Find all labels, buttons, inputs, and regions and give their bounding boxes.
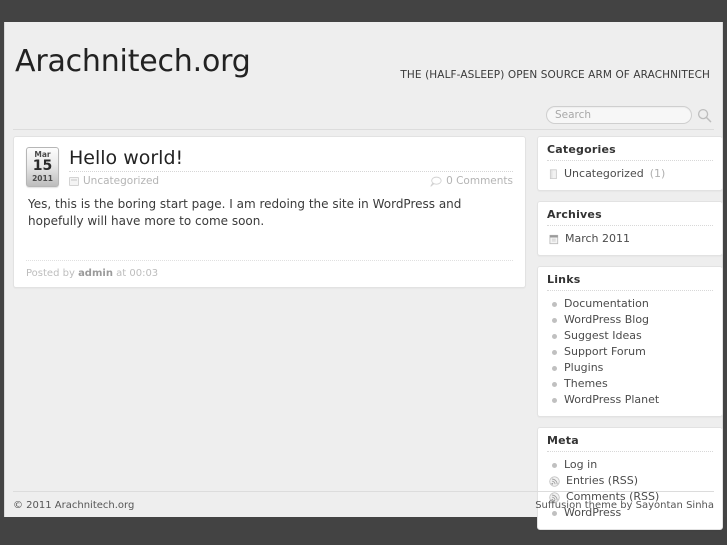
list-item-label: WordPress Blog bbox=[564, 313, 650, 326]
widget-title: Links bbox=[547, 273, 713, 291]
bullet-icon bbox=[552, 317, 557, 323]
bullet-icon bbox=[552, 381, 557, 387]
list-item[interactable]: Plugins bbox=[547, 360, 713, 376]
site-title[interactable]: Arachnitech.org bbox=[15, 44, 251, 79]
bullet-icon bbox=[552, 397, 557, 403]
widget-list: Log in Entries (RSS) Comments (RSS) WordPre… bbox=[547, 457, 713, 521]
list-item-label: Support Forum bbox=[564, 345, 646, 358]
calendar-icon bbox=[549, 234, 559, 244]
list-item[interactable]: Uncategorized (1) bbox=[547, 166, 713, 182]
bullet-icon bbox=[552, 510, 557, 516]
post-footer: Posted by admin at 00:03 bbox=[26, 260, 513, 279]
post-header-main: Hello world! Uncategorized 0 Comments bbox=[69, 147, 513, 187]
list-item-count: (1) bbox=[649, 167, 666, 180]
site-tagline: THE (HALF-ASLEEP) OPEN SOURCE ARM OF ARA… bbox=[400, 69, 710, 81]
category-icon bbox=[69, 176, 79, 186]
list-item-label: WordPress Planet bbox=[564, 393, 660, 406]
widget-list: Uncategorized (1) bbox=[547, 166, 713, 182]
list-item[interactable]: Support Forum bbox=[547, 344, 713, 360]
content-column: Mar 15 2011 Hello world! Uncategorized 0… bbox=[13, 136, 526, 288]
widget-categories: Categories Uncategorized (1) bbox=[537, 136, 723, 191]
post-comments-label: 0 Comments bbox=[446, 175, 513, 187]
list-item[interactable]: Documentation bbox=[547, 296, 713, 312]
list-item-label: Documentation bbox=[564, 297, 649, 310]
widget-archives: Archives March 2011 bbox=[537, 201, 723, 256]
list-item-label: Log in bbox=[564, 458, 598, 471]
post-category-label: Uncategorized bbox=[83, 175, 160, 187]
list-item[interactable]: Suggest Ideas bbox=[547, 328, 713, 344]
list-item-label: Uncategorized bbox=[564, 167, 644, 180]
widget-title: Meta bbox=[547, 434, 713, 452]
main-container: Mar 15 2011 Hello world! Uncategorized 0… bbox=[5, 136, 723, 530]
site-footer: © 2011 Arachnitech.org Suffusion theme b… bbox=[13, 491, 714, 511]
bullet-icon bbox=[552, 462, 557, 468]
post-category[interactable]: Uncategorized bbox=[69, 175, 159, 187]
widget-title: Categories bbox=[547, 143, 713, 161]
post-meta: Uncategorized 0 Comments bbox=[69, 175, 513, 187]
browser-chrome-top bbox=[0, 0, 727, 22]
rss-icon bbox=[549, 475, 560, 487]
widget-links: Links Documentation WordPress Blog Suggest … bbox=[537, 266, 723, 417]
footer-credit[interactable]: Suffusion theme by Sayontan Sinha bbox=[535, 500, 714, 511]
post-date-badge: Mar 15 2011 bbox=[26, 147, 59, 187]
widget-title: Archives bbox=[547, 208, 713, 226]
page-wrapper: Arachnitech.org THE (HALF-ASLEEP) OPEN S… bbox=[4, 22, 723, 530]
list-item-label: March 2011 bbox=[565, 232, 631, 245]
post-comments[interactable]: 0 Comments bbox=[430, 175, 513, 187]
bullet-icon bbox=[552, 333, 557, 339]
bullet-icon bbox=[552, 349, 557, 355]
post-footer-prefix: Posted by bbox=[26, 268, 75, 279]
site-header: Arachnitech.org THE (HALF-ASLEEP) OPEN S… bbox=[5, 22, 722, 130]
post-date-day: 15 bbox=[32, 158, 53, 174]
post-body: Yes, this is the boring start page. I am… bbox=[28, 197, 462, 228]
list-item-label: Suggest Ideas bbox=[564, 329, 642, 342]
search-icon[interactable] bbox=[697, 108, 712, 123]
widget-list: Documentation WordPress Blog Suggest Ideas… bbox=[547, 296, 713, 408]
list-item[interactable]: Log in bbox=[547, 457, 713, 473]
widget-list: March 2011 bbox=[547, 231, 713, 247]
post-header: Mar 15 2011 Hello world! Uncategorized 0… bbox=[26, 147, 513, 187]
list-item[interactable]: WordPress Planet bbox=[547, 392, 713, 408]
footer-copyright: © 2011 Arachnitech.org bbox=[13, 500, 135, 511]
post-footer-suffix: at 00:03 bbox=[116, 268, 159, 279]
list-item-label: Themes bbox=[564, 377, 608, 390]
book-icon bbox=[549, 168, 557, 179]
post-title-divider bbox=[69, 171, 513, 172]
post-title[interactable]: Hello world! bbox=[69, 147, 513, 169]
bullet-icon bbox=[552, 365, 557, 371]
list-item-label: Entries (RSS) bbox=[566, 474, 638, 487]
sidebar-column: Categories Uncategorized (1) Archives March … bbox=[537, 136, 723, 540]
header-divider bbox=[13, 129, 714, 130]
list-item[interactable]: Themes bbox=[547, 376, 713, 392]
list-item[interactable]: Entries (RSS) bbox=[547, 473, 713, 489]
post-article: Mar 15 2011 Hello world! Uncategorized 0… bbox=[13, 136, 526, 288]
bullet-icon bbox=[552, 301, 557, 307]
widget-meta: Meta Log in Entries (RSS) Comments (RSS) Wor… bbox=[537, 427, 723, 530]
list-item[interactable]: WordPress Blog bbox=[547, 312, 713, 328]
list-item-label: Plugins bbox=[564, 361, 604, 374]
post-date-year: 2011 bbox=[32, 174, 53, 183]
list-item[interactable]: March 2011 bbox=[547, 231, 713, 247]
search-input[interactable] bbox=[546, 106, 692, 124]
search-area bbox=[546, 106, 712, 124]
comment-bubble-icon bbox=[430, 176, 442, 187]
post-author[interactable]: admin bbox=[78, 268, 113, 279]
